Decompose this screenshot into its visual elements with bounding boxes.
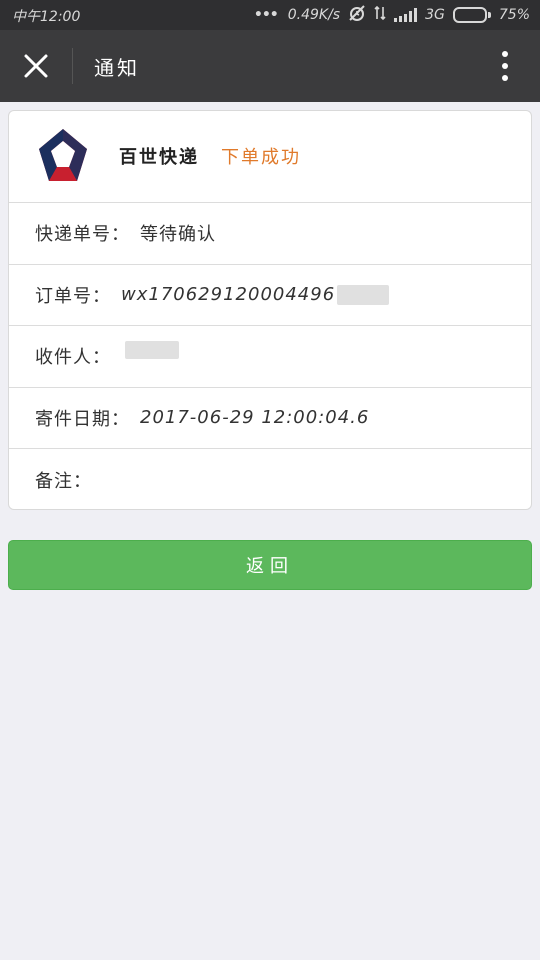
more-options-button[interactable] (490, 48, 520, 84)
page-title: 通知 (94, 56, 140, 80)
order-card: 百世快递 下单成功 快递单号： 等待确认 订单号： wx170629120004… (8, 110, 532, 510)
order-value: wx170629120004496 (121, 284, 336, 306)
tracking-value: 等待确认 (140, 224, 216, 246)
company-name: 百世快递 (119, 147, 199, 168)
network-speed: 0.49K/s (287, 7, 341, 23)
data-transfer-icon (374, 5, 386, 25)
nav-divider (72, 48, 73, 84)
recipient-label: 收件人： (35, 347, 111, 369)
close-button[interactable] (14, 46, 58, 86)
best-express-logo-icon (39, 129, 87, 181)
send-date-label: 寄件日期： (35, 408, 130, 430)
redacted-block (337, 284, 390, 305)
row-send-date: 寄件日期： 2017-06-29 12:00:04.6 (9, 388, 531, 449)
send-date-value: 2017-06-29 12:00:04.6 (140, 407, 370, 429)
nav-bar: 通知 (0, 30, 540, 102)
network-type: 3G (425, 7, 445, 23)
row-order-number: 订单号： wx170629120004496 (9, 265, 531, 326)
more-vertical-icon (502, 51, 508, 57)
redacted-block (125, 341, 179, 360)
tracking-label: 快递单号： (35, 224, 130, 246)
return-button[interactable]: 返回 (8, 540, 532, 590)
row-tracking-number: 快递单号： 等待确认 (9, 203, 531, 265)
row-remark: 备注： (9, 449, 531, 511)
remark-label: 备注： (35, 470, 92, 492)
card-header: 百世快递 下单成功 (9, 111, 531, 203)
status-right: ••• 0.49K/s 3G 75% (254, 5, 530, 25)
order-status: 下单成功 (221, 147, 301, 168)
battery-percent: 75% (498, 7, 530, 23)
order-label: 订单号： (35, 285, 111, 307)
close-icon (24, 54, 48, 78)
status-time: 中午12:00 (12, 9, 81, 25)
row-recipient: 收件人： (9, 326, 531, 388)
signal-icon (394, 8, 418, 22)
status-bar: 中午12:00 ••• 0.49K/s 3G 75% (0, 0, 540, 30)
more-dots-icon: ••• (253, 7, 279, 23)
battery-icon (452, 7, 491, 23)
alarm-off-icon (348, 5, 366, 25)
